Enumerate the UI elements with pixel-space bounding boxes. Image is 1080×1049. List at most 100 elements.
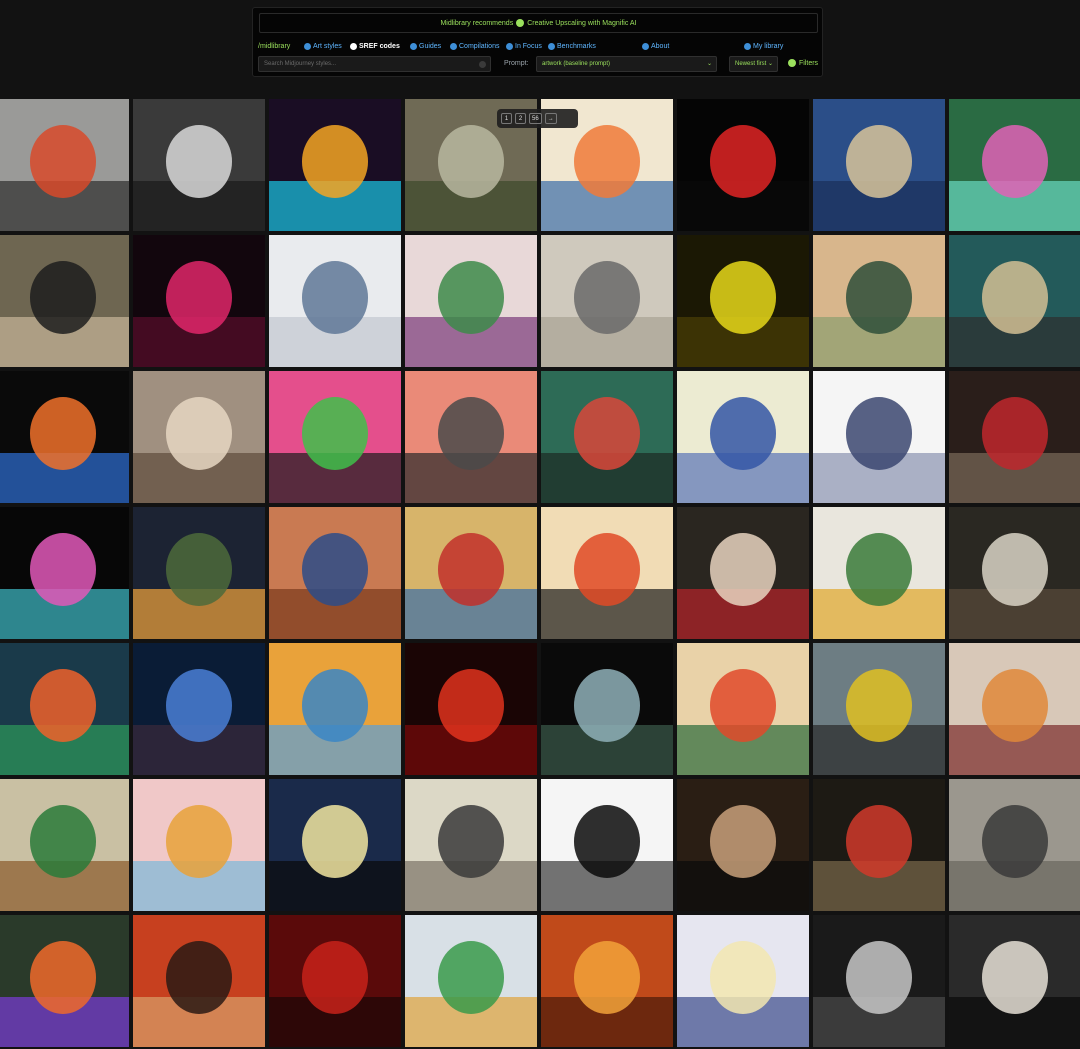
gallery-thumbnail[interactable]	[405, 235, 537, 367]
thumbnail-shape	[574, 941, 640, 1014]
thumbnail-shape	[846, 397, 912, 470]
gallery-thumbnail[interactable]	[133, 371, 265, 503]
nav-item-art-styles[interactable]: Art styles	[304, 42, 342, 50]
gallery-thumbnail[interactable]	[269, 99, 401, 231]
prompt-select[interactable]: artwork (baseline prompt) ⌄	[536, 56, 717, 72]
thumbnail-shape	[438, 805, 504, 878]
magnific-icon	[516, 19, 525, 27]
focus-icon	[506, 42, 513, 50]
thumbnail-shape	[982, 805, 1048, 878]
gallery-thumbnail[interactable]	[541, 235, 673, 367]
search-input[interactable]: Search Midjourney styles...	[258, 56, 491, 72]
thumbnail-shape	[30, 669, 96, 742]
next-page-icon[interactable]: →	[544, 113, 557, 124]
nav-item-about[interactable]: About	[642, 42, 669, 50]
gallery-thumbnail[interactable]	[541, 371, 673, 503]
gallery-thumbnail[interactable]	[269, 371, 401, 503]
gallery-thumbnail[interactable]	[133, 507, 265, 639]
nav-item-label: My library	[753, 42, 784, 50]
gallery-thumbnail[interactable]	[677, 507, 809, 639]
gallery-thumbnail[interactable]	[813, 99, 945, 231]
gallery-thumbnail[interactable]	[949, 99, 1080, 231]
gallery-thumbnail[interactable]	[541, 915, 673, 1047]
page-button[interactable]: 56	[529, 113, 542, 124]
thumbnail-shape	[438, 261, 504, 334]
gallery-thumbnail[interactable]	[0, 643, 129, 775]
gallery-thumbnail[interactable]	[677, 915, 809, 1047]
nav-item-label: Compilations	[459, 42, 500, 50]
gallery-thumbnail[interactable]	[405, 507, 537, 639]
gallery-thumbnail[interactable]	[541, 507, 673, 639]
promo-link[interactable]: Creative Upscaling with Magnific AI	[527, 20, 636, 27]
thumbnail-shape	[982, 669, 1048, 742]
gallery-thumbnail[interactable]	[677, 371, 809, 503]
gallery-thumbnail[interactable]	[133, 643, 265, 775]
thumbnail-shape	[710, 261, 776, 334]
gallery-thumbnail[interactable]	[677, 99, 809, 231]
gallery-thumbnail[interactable]	[0, 371, 129, 503]
nav-item-my-library[interactable]: My library	[744, 42, 784, 50]
gallery-thumbnail[interactable]	[949, 779, 1080, 911]
thumbnail-shape	[166, 669, 232, 742]
gallery-thumbnail[interactable]	[405, 915, 537, 1047]
gallery-thumbnail[interactable]	[677, 235, 809, 367]
search-placeholder: Search Midjourney styles...	[264, 61, 337, 67]
gallery-thumbnail[interactable]	[405, 643, 537, 775]
gallery-thumbnail[interactable]	[133, 915, 265, 1047]
gallery-thumbnail[interactable]	[0, 99, 129, 231]
gallery-thumbnail[interactable]	[677, 643, 809, 775]
nav-item-in-focus[interactable]: In Focus	[506, 42, 542, 50]
gallery-thumbnail[interactable]	[269, 779, 401, 911]
gallery-thumbnail[interactable]	[813, 779, 945, 911]
nav-item-label: Art styles	[313, 42, 342, 50]
nav-item-sref-codes[interactable]: SREF codes	[350, 42, 400, 50]
gallery-thumbnail[interactable]	[269, 643, 401, 775]
controls-row: Search Midjourney styles... Prompt: artw…	[258, 56, 818, 72]
gallery-thumbnail[interactable]	[949, 643, 1080, 775]
gallery-thumbnail[interactable]	[405, 371, 537, 503]
nav-item-compilations[interactable]: Compilations	[450, 42, 500, 50]
page-button[interactable]: 2	[515, 113, 526, 124]
gallery-thumbnail[interactable]	[949, 235, 1080, 367]
gallery-thumbnail[interactable]	[677, 779, 809, 911]
thumbnail-shape	[574, 533, 640, 606]
nav-item-guides[interactable]: Guides	[410, 42, 441, 50]
gallery-thumbnail[interactable]	[0, 235, 129, 367]
filter-icon	[788, 59, 796, 67]
gallery-thumbnail[interactable]	[269, 235, 401, 367]
sort-select[interactable]: Newest first ⌄	[729, 56, 778, 72]
gallery-thumbnail[interactable]	[949, 507, 1080, 639]
thumbnail-shape	[302, 397, 368, 470]
thumbnail-shape	[982, 125, 1048, 198]
clear-search-icon[interactable]	[479, 61, 486, 68]
gallery-thumbnail[interactable]	[133, 779, 265, 911]
gallery-thumbnail[interactable]	[269, 915, 401, 1047]
gallery-thumbnail[interactable]	[949, 371, 1080, 503]
nav-brand[interactable]: /midlibrary	[258, 43, 290, 50]
thumbnail-shape	[30, 261, 96, 334]
thumbnail-shape	[710, 669, 776, 742]
gallery-thumbnail[interactable]	[0, 915, 129, 1047]
gallery-thumbnail[interactable]	[133, 235, 265, 367]
filters-button[interactable]: Filters	[788, 59, 818, 67]
gallery-thumbnail[interactable]	[813, 643, 945, 775]
gallery-thumbnail[interactable]	[813, 371, 945, 503]
gallery-thumbnail[interactable]	[813, 915, 945, 1047]
promo-banner[interactable]: Midlibrary recommends Creative Upscaling…	[259, 13, 818, 33]
thumbnail-shape	[302, 533, 368, 606]
gallery-thumbnail[interactable]	[405, 779, 537, 911]
nav-item-label: In Focus	[515, 42, 542, 50]
gallery-thumbnail[interactable]	[541, 643, 673, 775]
thumbnail-shape	[30, 533, 96, 606]
page-button[interactable]: 1	[501, 113, 512, 124]
thumbnail-shape	[30, 125, 96, 198]
gallery-thumbnail[interactable]	[133, 99, 265, 231]
nav-item-benchmarks[interactable]: Benchmarks	[548, 42, 596, 50]
gallery-thumbnail[interactable]	[541, 779, 673, 911]
gallery-thumbnail[interactable]	[0, 507, 129, 639]
gallery-thumbnail[interactable]	[949, 915, 1080, 1047]
gallery-thumbnail[interactable]	[813, 507, 945, 639]
gallery-thumbnail[interactable]	[0, 779, 129, 911]
gallery-thumbnail[interactable]	[269, 507, 401, 639]
gallery-thumbnail[interactable]	[813, 235, 945, 367]
